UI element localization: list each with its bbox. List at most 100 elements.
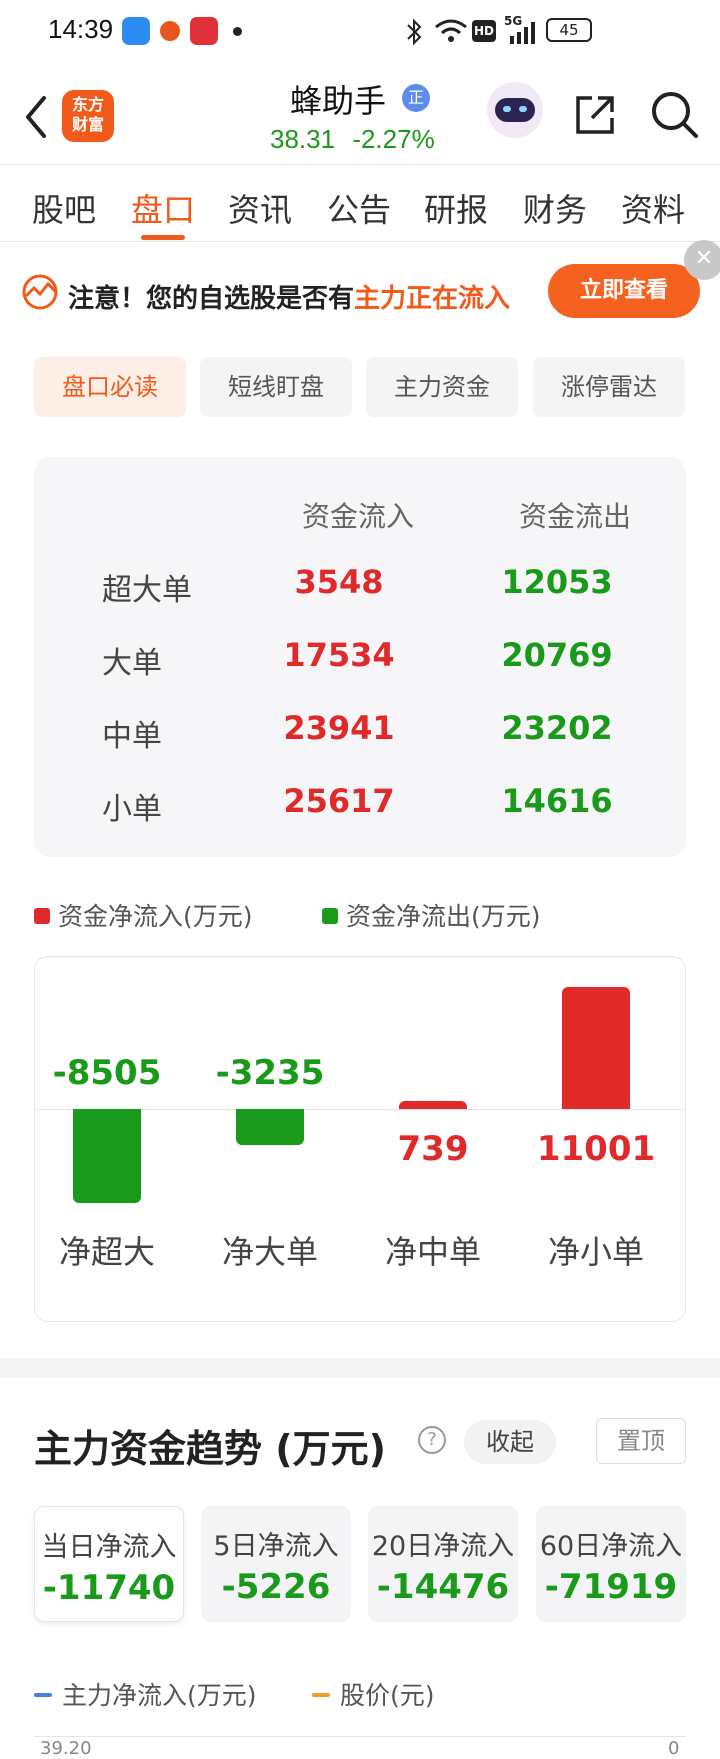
outflow-value: 20769 <box>501 636 613 674</box>
legend-outflow: 资金净流出(万元) <box>322 897 541 933</box>
bar-净大单 <box>236 1109 304 1145</box>
status-bar: 14:39 HD 5G 45 <box>0 0 720 62</box>
subtab-limit-up-radar[interactable]: 涨停雷达 <box>533 357 685 417</box>
card-value: -5226 <box>221 1567 331 1607</box>
notice-prefix: 注意！您的自选股是否有 <box>68 284 355 314</box>
card-label: 当日净流入 <box>41 1532 177 1563</box>
inflow-value: 23941 <box>283 709 395 747</box>
fund-flow-table: 资金流入 资金流出 超大单 3548 12053 大单 17534 20769 … <box>34 457 686 857</box>
row-label: 超大单 <box>102 573 192 608</box>
bar-category-label: 净小单 <box>547 1233 644 1271</box>
inflow-value: 17534 <box>283 636 395 674</box>
bar-category-label: 净中单 <box>384 1233 481 1271</box>
bar-value-label: 11001 <box>536 1129 656 1169</box>
card-value: -14476 <box>376 1567 510 1607</box>
tab-news[interactable]: 资讯 <box>228 185 292 231</box>
more-notifications-dot <box>233 27 242 36</box>
row-label: 小单 <box>102 792 162 827</box>
back-icon[interactable] <box>18 92 58 142</box>
trend-section-title: 主力资金趋势 (万元) <box>34 1427 386 1471</box>
stock-change: -2.27% <box>352 124 435 154</box>
bar-category-label: 净大单 <box>221 1233 318 1271</box>
blue-line-icon <box>34 1693 52 1697</box>
app-notification-icon <box>190 17 218 45</box>
app-notification-icon <box>122 17 150 45</box>
status-time: 14:39 <box>48 14 114 44</box>
card-value: -11740 <box>42 1568 176 1608</box>
card-60day-net-inflow[interactable]: 60日净流入 -71919 <box>536 1506 686 1622</box>
bar-净中单 <box>399 1100 467 1109</box>
subtab-main-funds[interactable]: 主力资金 <box>366 357 518 417</box>
view-now-button[interactable]: 立即查看 <box>548 264 700 318</box>
bluetooth-icon <box>407 18 422 46</box>
card-label: 20日净流入 <box>371 1531 515 1562</box>
hd-icon: HD <box>472 20 496 42</box>
tab-pankou[interactable]: 盘口 <box>131 185 195 231</box>
notice-highlight: 主力正在流入 <box>354 284 511 314</box>
inflow-value: 25617 <box>283 782 395 820</box>
orange-line-icon <box>312 1693 330 1697</box>
pin-top-button[interactable]: 置顶 <box>596 1418 686 1464</box>
notice-banner: 注意！您的自选股是否有主力正在流入 立即查看 ✕ <box>0 240 720 342</box>
net-flow-bar-chart: -8505 净超大 -3235 净大单 739 净中单 11001 净小单 <box>34 956 686 1322</box>
card-label: 60日净流入 <box>539 1531 683 1562</box>
stock-price-line: 38.31 -2.27% <box>270 124 435 155</box>
app-notification-icon <box>160 21 180 41</box>
trend-alert-icon <box>22 274 58 310</box>
stock-price: 38.31 <box>270 124 336 154</box>
bar-value-label: -3235 <box>215 1053 325 1093</box>
row-label: 中单 <box>102 719 162 754</box>
column-header-outflow: 资金流出 <box>519 500 632 533</box>
trend-chart-area <box>34 1736 686 1755</box>
card-today-net-inflow[interactable]: 当日净流入 -11740 <box>34 1506 184 1622</box>
card-20day-net-inflow[interactable]: 20日净流入 -14476 <box>368 1506 518 1622</box>
legend-main-flow: 主力净流入(万元) <box>34 1676 257 1712</box>
subtab-must-read[interactable]: 盘口必读 <box>34 357 186 417</box>
bar-value-label: -8505 <box>52 1053 162 1093</box>
search-icon[interactable] <box>648 88 700 140</box>
column-header-inflow: 资金流入 <box>302 500 415 533</box>
section-divider <box>0 1358 720 1378</box>
app-logo[interactable]: 东方 财富 <box>62 90 114 142</box>
active-tab-indicator <box>141 235 185 240</box>
outflow-value: 12053 <box>501 563 613 601</box>
card-value: -71919 <box>544 1567 678 1607</box>
card-5day-net-inflow[interactable]: 5日净流入 -5226 <box>201 1506 351 1622</box>
card-label: 5日净流入 <box>213 1531 339 1562</box>
logo-text-line2: 财富 <box>71 115 104 134</box>
share-icon[interactable] <box>570 90 620 140</box>
legend-price-label: 股价(元) <box>340 1681 435 1710</box>
bar-净超大 <box>73 1109 141 1204</box>
legend-main-flow-label: 主力净流入(万元) <box>62 1681 257 1710</box>
tab-guba[interactable]: 股吧 <box>32 185 96 231</box>
assistant-robot-icon[interactable] <box>487 82 543 138</box>
row-label: 大单 <box>102 646 162 681</box>
green-square-icon <box>322 908 338 924</box>
tab-profile[interactable]: 资料 <box>621 185 685 231</box>
legend-price: 股价(元) <box>312 1676 435 1712</box>
outflow-value: 23202 <box>501 709 613 747</box>
help-icon[interactable]: ? <box>418 1426 446 1454</box>
tab-announcements[interactable]: 公告 <box>327 185 391 231</box>
close-icon[interactable]: ✕ <box>684 240 720 280</box>
stock-tabs: 股吧 盘口 资讯 公告 研报 财务 资料 <box>0 164 720 242</box>
subtab-short-term[interactable]: 短线盯盘 <box>200 357 352 417</box>
tab-research[interactable]: 研报 <box>424 185 488 231</box>
collapse-button[interactable]: 收起 <box>464 1420 556 1464</box>
legend-inflow-label: 资金净流入(万元) <box>58 902 253 931</box>
tab-finance[interactable]: 财务 <box>523 185 587 231</box>
inflow-value: 3548 <box>294 563 384 601</box>
bar-category-label: 净超大 <box>58 1233 155 1271</box>
bar-value-label: 739 <box>397 1129 469 1169</box>
battery-icon: 45 <box>546 18 592 42</box>
logo-text-line1: 东方 <box>71 95 104 114</box>
red-square-icon <box>34 908 50 924</box>
legend-outflow-label: 资金净流出(万元) <box>346 902 541 931</box>
badge-icon: 正 <box>402 84 430 112</box>
stock-header: 东方 财富 蜂助手 正 38.31 -2.27% <box>0 62 720 164</box>
stock-name[interactable]: 蜂助手 <box>290 76 386 122</box>
wifi-icon <box>435 19 467 42</box>
y-axis-right-top: 0 <box>668 1738 680 1759</box>
bar-净小单 <box>562 987 630 1109</box>
legend-inflow: 资金净流入(万元) <box>34 897 253 933</box>
